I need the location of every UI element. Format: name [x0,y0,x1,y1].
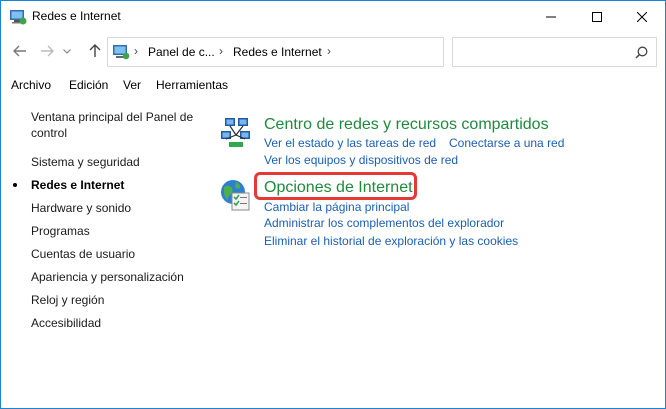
search-icon [635,46,648,59]
sidebar-item-system-security[interactable]: Sistema y seguridad [31,154,203,170]
link-delete-history-cookies[interactable]: Eliminar el historial de exploración y l… [264,234,518,248]
maximize-button[interactable] [574,1,620,32]
link-connect-network[interactable]: Conectarse a una red [449,136,564,150]
current-item-bullet [13,183,17,187]
breadcrumb-control-panel[interactable]: Panel de c... [148,45,215,59]
close-button[interactable] [619,1,665,32]
navigation-bar: › Panel de c... › Redes e Internet › [1,32,665,70]
close-icon [637,11,647,22]
address-bar[interactable]: › Panel de c... › Redes e Internet › [107,37,534,67]
breadcrumb-current[interactable]: Redes e Internet [233,45,322,59]
title-bar: Redes e Internet [1,1,665,32]
breadcrumb-separator-icon[interactable]: › [219,44,223,58]
menu-edicion[interactable]: Edición [69,78,108,92]
sidebar-item-accessibility[interactable]: Accesibilidad [31,315,203,331]
sidebar-item-hardware-sound[interactable]: Hardware y sonido [31,200,203,216]
sidebar-item-user-accounts[interactable]: Cuentas de usuario [31,246,203,262]
up-arrow-icon [89,44,101,57]
up-button[interactable] [85,41,105,61]
back-arrow-icon [13,45,26,57]
minimize-button[interactable] [528,1,574,32]
breadcrumb-separator-icon[interactable]: › [327,44,331,58]
network-center-icon [219,115,253,149]
back-button[interactable] [10,41,30,61]
category-title-network-center[interactable]: Centro de redes y recursos compartidos [264,116,549,134]
minimize-icon [546,16,556,17]
maximize-icon [592,11,602,22]
menu-bar: Archivo Edición Ver Herramientas [1,75,665,95]
category-title-internet-options[interactable]: Opciones de Internet [264,179,413,197]
menu-archivo[interactable]: Archivo [11,78,51,92]
chevron-down-icon [63,48,71,54]
link-view-network-devices[interactable]: Ver los equipos y dispositivos de red [264,153,458,167]
menu-ver[interactable]: Ver [123,78,141,92]
search-input[interactable] [452,37,657,67]
menu-herramientas[interactable]: Herramientas [156,78,228,92]
control-panel-window: Redes e Internet › Panel de c... › Redes… [0,0,666,409]
forward-arrow-icon [41,45,54,57]
link-view-network-status[interactable]: Ver el estado y las tareas de red [264,136,436,150]
sidebar-item-clock-region[interactable]: Reloj y región [31,292,203,308]
control-panel-icon [112,44,130,61]
recent-locations-button[interactable] [60,41,74,61]
link-change-homepage[interactable]: Cambiar la página principal [264,200,409,214]
window-title: Redes e Internet [32,9,121,23]
control-panel-icon [9,8,27,26]
sidebar-item-network-internet: Redes e Internet [31,178,125,192]
internet-options-icon [219,178,253,212]
link-manage-addons[interactable]: Administrar los complementos del explora… [264,216,504,230]
sidebar-item-control-panel-home[interactable]: Ventana principal del Panel de control [31,109,203,141]
sidebar-item-appearance[interactable]: Apariencia y personalización [31,269,203,285]
breadcrumb-separator-icon[interactable]: › [134,44,138,58]
forward-button[interactable] [37,41,57,61]
sidebar-item-programs[interactable]: Programas [31,223,203,239]
